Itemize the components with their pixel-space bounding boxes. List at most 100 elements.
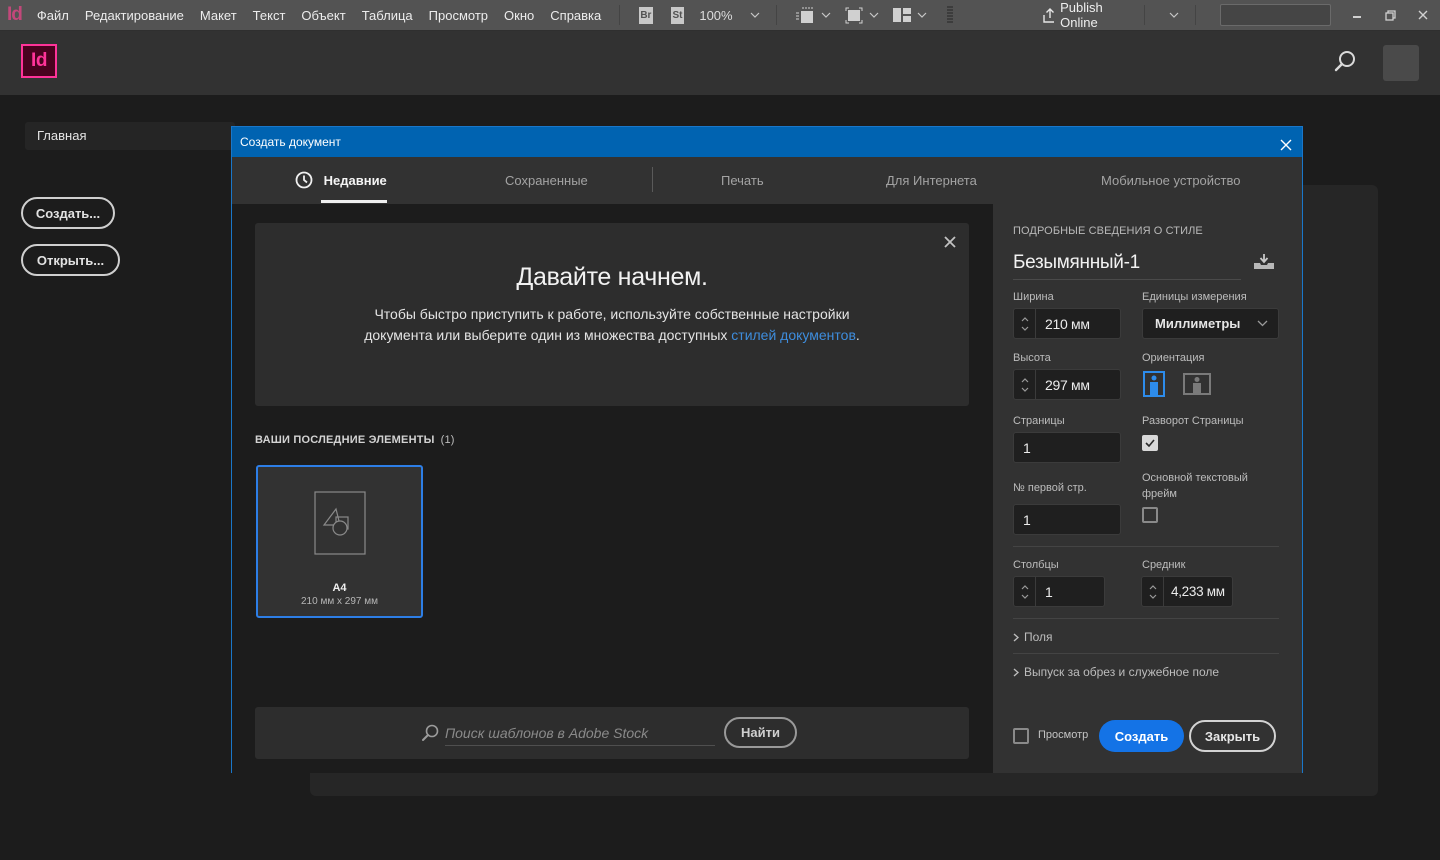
recent-item-card[interactable]: A4 210 мм x 297 мм: [256, 465, 423, 618]
home-tab[interactable]: Главная: [25, 122, 235, 150]
zoom-level[interactable]: 100%: [699, 8, 744, 23]
chevron-up-icon[interactable]: [1021, 377, 1029, 383]
preview-label: Просмотр: [1038, 729, 1089, 741]
start-page-field[interactable]: 1: [1013, 504, 1121, 535]
checkmark-icon: [1145, 439, 1155, 447]
stock-search-input[interactable]: [445, 720, 715, 746]
start-page-value: 1: [1023, 511, 1031, 528]
screen-mode-icon[interactable]: [845, 7, 863, 24]
menubar-search-input[interactable]: [1219, 4, 1331, 26]
columns-field[interactable]: 1: [1013, 576, 1105, 607]
chevron-right-icon: [1013, 667, 1019, 677]
columns-label: Столбцы: [1013, 559, 1059, 571]
tab-web[interactable]: Для Интернета: [886, 157, 977, 204]
chevron-down-icon[interactable]: [1169, 9, 1179, 21]
avatar[interactable]: [1383, 45, 1419, 81]
chevron-down-icon[interactable]: [1149, 594, 1157, 599]
columns-stepper[interactable]: [1014, 577, 1036, 606]
chevron-up-icon[interactable]: [1021, 584, 1029, 590]
search-icon[interactable]: [1333, 49, 1357, 78]
publish-online-label: Publish Online: [1060, 0, 1103, 30]
divider: [1013, 618, 1279, 619]
menu-type[interactable]: Текст: [245, 0, 294, 31]
menu-layout[interactable]: Макет: [192, 0, 245, 31]
orientation-portrait-button[interactable]: [1142, 371, 1166, 397]
stock-button[interactable]: St: [670, 6, 685, 24]
margins-expander[interactable]: Поля: [1013, 630, 1053, 644]
minimize-icon[interactable]: [1341, 5, 1374, 25]
arrange-documents-icon[interactable]: [893, 8, 912, 22]
search-icon: [422, 724, 439, 741]
app-header: Id: [0, 31, 1440, 95]
bleed-slug-expander[interactable]: Выпуск за обрез и служебное поле: [1013, 665, 1219, 679]
close-icon[interactable]: [1278, 134, 1294, 151]
recent-items-title: ВАШИ ПОСЛЕДНИЕ ЭЛЕМЕНТЫ: [255, 434, 435, 446]
chevron-down-icon[interactable]: [821, 9, 831, 21]
menu-table[interactable]: Таблица: [354, 0, 421, 31]
close-button[interactable]: Закрыть: [1189, 720, 1276, 752]
units-label: Единицы измерения: [1142, 291, 1247, 303]
primary-text-frame-checkbox[interactable]: [1142, 507, 1158, 523]
menu-edit[interactable]: Редактирование: [77, 0, 192, 31]
pages-value: 1: [1023, 439, 1031, 456]
facing-pages-checkbox[interactable]: [1142, 435, 1158, 451]
width-field[interactable]: 210 мм: [1013, 308, 1121, 339]
bridge-button[interactable]: Br: [639, 6, 653, 24]
height-field[interactable]: 297 мм: [1013, 369, 1121, 400]
tab-print[interactable]: Печать: [721, 157, 764, 204]
chevron-up-icon[interactable]: [1021, 316, 1029, 322]
margins-label: Поля: [1024, 630, 1053, 644]
save-preset-icon[interactable]: [1253, 254, 1275, 275]
app-icon: Id: [6, 4, 23, 25]
drag-handle-icon[interactable]: [947, 6, 954, 24]
start-page-label: № первой стр.: [1013, 482, 1087, 494]
preset-tabs: Недавние Сохраненные Печать Для Интернет…: [232, 157, 1302, 204]
orientation-landscape-button[interactable]: [1182, 371, 1212, 397]
tab-recent[interactable]: Недавние: [295, 157, 387, 204]
find-button[interactable]: Найти: [724, 717, 797, 748]
publish-online-button[interactable]: Publish Online: [1043, 0, 1126, 30]
view-options-icon[interactable]: [795, 6, 815, 24]
menu-file[interactable]: Файл: [29, 0, 77, 31]
create-new-button[interactable]: Создать...: [21, 197, 115, 229]
chevron-down-icon[interactable]: [917, 9, 927, 21]
menu-help[interactable]: Справка: [542, 0, 609, 31]
gutter-label: Средник: [1142, 559, 1186, 571]
chevron-right-icon: [1013, 632, 1019, 642]
width-stepper[interactable]: [1014, 309, 1036, 338]
document-presets-link[interactable]: стилей документов: [731, 327, 856, 343]
menu-bar: Id Файл Редактирование Макет Текст Объек…: [0, 0, 1440, 31]
pages-label: Страницы: [1013, 415, 1065, 427]
close-window-icon[interactable]: [1407, 5, 1440, 25]
chevron-down-icon[interactable]: [869, 9, 879, 21]
menu-object[interactable]: Объект: [293, 0, 353, 31]
recent-item-size: 210 мм x 297 мм: [301, 596, 378, 607]
height-stepper[interactable]: [1014, 370, 1036, 399]
welcome-heading: Давайте начнем.: [516, 263, 708, 291]
document-preset-icon: [313, 491, 366, 555]
gutter-stepper[interactable]: [1142, 577, 1164, 606]
restore-icon[interactable]: [1374, 5, 1407, 25]
chevron-down-icon[interactable]: [750, 9, 760, 21]
chevron-down-icon: [1257, 320, 1268, 327]
menu-view[interactable]: Просмотр: [421, 0, 496, 31]
preview-checkbox[interactable]: [1013, 728, 1029, 744]
units-value: Миллиметры: [1155, 316, 1241, 331]
height-label: Высота: [1013, 352, 1051, 364]
menu-window[interactable]: Окно: [496, 0, 542, 31]
chevron-down-icon[interactable]: [1021, 594, 1029, 599]
tab-mobile[interactable]: Мобильное устройство: [1101, 157, 1241, 204]
open-button[interactable]: Открыть...: [21, 244, 120, 276]
tab-saved[interactable]: Сохраненные: [505, 157, 588, 204]
units-select[interactable]: Миллиметры: [1142, 308, 1279, 339]
chevron-up-icon[interactable]: [1149, 584, 1157, 590]
close-icon[interactable]: [943, 235, 957, 249]
create-button[interactable]: Создать: [1099, 720, 1184, 752]
pages-field[interactable]: 1: [1013, 432, 1121, 463]
divider: [619, 5, 621, 25]
gutter-field[interactable]: 4,233 мм: [1141, 576, 1233, 607]
chevron-down-icon[interactable]: [1021, 387, 1029, 392]
chevron-down-icon[interactable]: [1021, 326, 1029, 331]
divider: [1144, 5, 1146, 25]
preset-name-field[interactable]: Безымянный-1: [1013, 252, 1241, 280]
